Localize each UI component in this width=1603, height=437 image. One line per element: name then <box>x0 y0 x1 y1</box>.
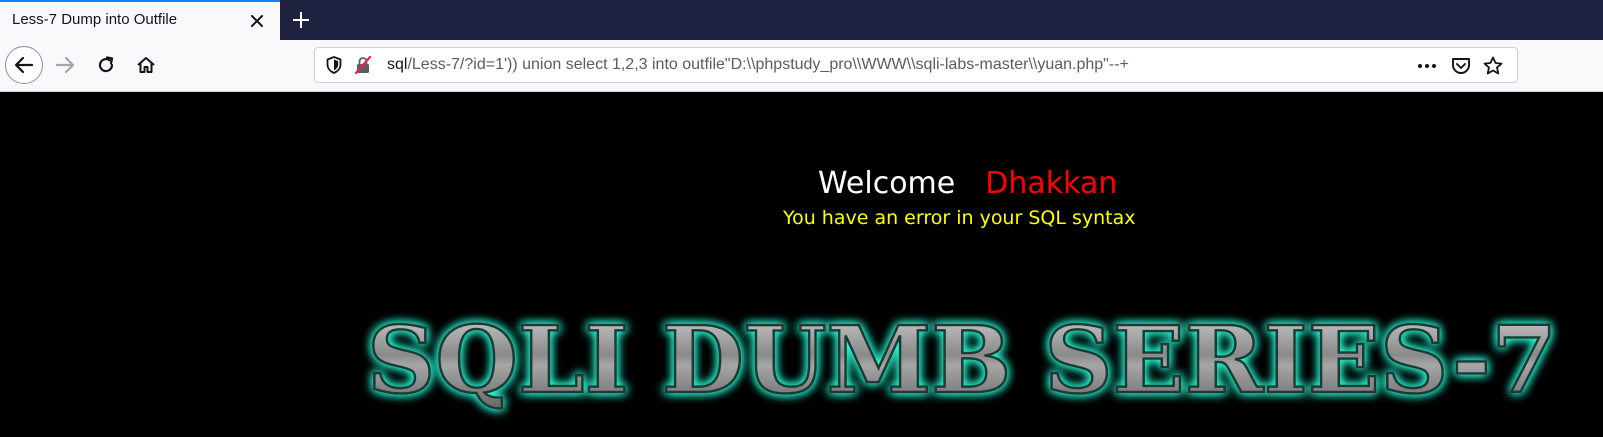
plus-icon[interactable] <box>290 9 312 31</box>
tab-title: Less-7 Dump into Outfile <box>12 11 178 28</box>
url-path: /Less-7/?id=1')) union select 1,2,3 into… <box>407 56 1129 73</box>
insecure-lock-icon[interactable] <box>353 55 373 75</box>
error-message: You have an error in your SQL syntax <box>783 207 1136 229</box>
url-host: sql <box>387 56 408 73</box>
sqli-dumb-series-banner: SQLI DUMB SERIES-7 <box>366 305 1559 416</box>
arrow-right-icon <box>55 56 75 74</box>
close-icon[interactable] <box>248 12 266 30</box>
welcome-message: Welcome Dhakkan <box>818 166 1117 201</box>
tab-strip: Less-7 Dump into Outfile <box>0 0 1603 40</box>
welcome-label: Welcome <box>818 166 956 201</box>
arrow-left-icon <box>14 56 34 74</box>
forward-button[interactable] <box>46 46 84 84</box>
url-text[interactable]: sql/Less-7/?id=1')) union select 1,2,3 i… <box>387 56 1129 74</box>
home-button[interactable] <box>127 46 165 84</box>
pocket-icon[interactable] <box>1450 55 1472 77</box>
star-icon[interactable] <box>1482 55 1504 77</box>
reload-button[interactable] <box>87 46 125 84</box>
page-content: Welcome Dhakkan You have an error in your… <box>0 92 1603 437</box>
welcome-name: Dhakkan <box>985 166 1118 201</box>
tab-active[interactable]: Less-7 Dump into Outfile <box>0 0 280 40</box>
url-bar[interactable]: sql/Less-7/?id=1')) union select 1,2,3 i… <box>314 47 1518 83</box>
shield-icon[interactable] <box>324 55 344 75</box>
back-button[interactable] <box>5 46 43 84</box>
more-dots-icon[interactable] <box>1416 55 1438 77</box>
navigation-toolbar: sql/Less-7/?id=1')) union select 1,2,3 i… <box>0 40 1603 92</box>
home-icon <box>137 57 155 73</box>
banner-text: SQLI DUMB SERIES-7 <box>367 306 1557 414</box>
reload-icon <box>98 56 114 73</box>
